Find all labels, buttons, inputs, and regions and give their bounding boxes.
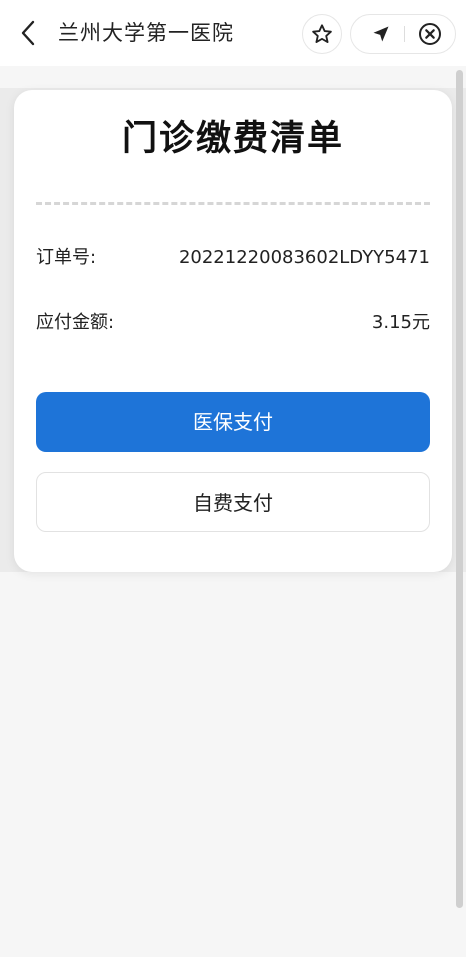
page-title: 兰州大学第一医院 [58, 21, 234, 45]
amount-due-row: 应付金额: 3.15元 [36, 308, 430, 338]
amount-due-label: 应付金额: [36, 312, 115, 333]
order-number-row: 订单号: 20221220083602LDYY5471 [36, 243, 430, 273]
star-icon [312, 24, 332, 43]
order-number-label: 订单号: [36, 247, 97, 268]
close-button[interactable] [411, 15, 449, 53]
capsule-divider [404, 26, 405, 42]
back-button[interactable] [12, 16, 44, 50]
bill-card: 门诊缴费清单 订单号: 20221220083602LDYY5471 应付金额:… [14, 90, 452, 572]
dashed-divider [36, 202, 430, 205]
chevron-left-icon [21, 20, 35, 46]
menu-capsule [350, 14, 456, 54]
send-arrow-icon [373, 26, 389, 42]
amount-due-value: 3.15元 [371, 312, 430, 333]
self-pay-button[interactable]: 自费支付 [36, 472, 430, 532]
top-navbar: 兰州大学第一医院 [0, 0, 466, 66]
share-button[interactable] [363, 15, 399, 53]
bill-title: 门诊缴费清单 [121, 119, 344, 159]
close-circle-icon [419, 23, 441, 45]
order-number-value: 20221220083602LDYY5471 [178, 247, 430, 268]
payment-page: 兰州大学第一医院 门诊缴费清单 订单号: 20221220083602LDYY5… [0, 0, 466, 957]
scrollbar[interactable] [456, 70, 463, 908]
favorite-button[interactable] [302, 14, 342, 54]
insurance-pay-button[interactable]: 医保支付 [36, 392, 430, 452]
